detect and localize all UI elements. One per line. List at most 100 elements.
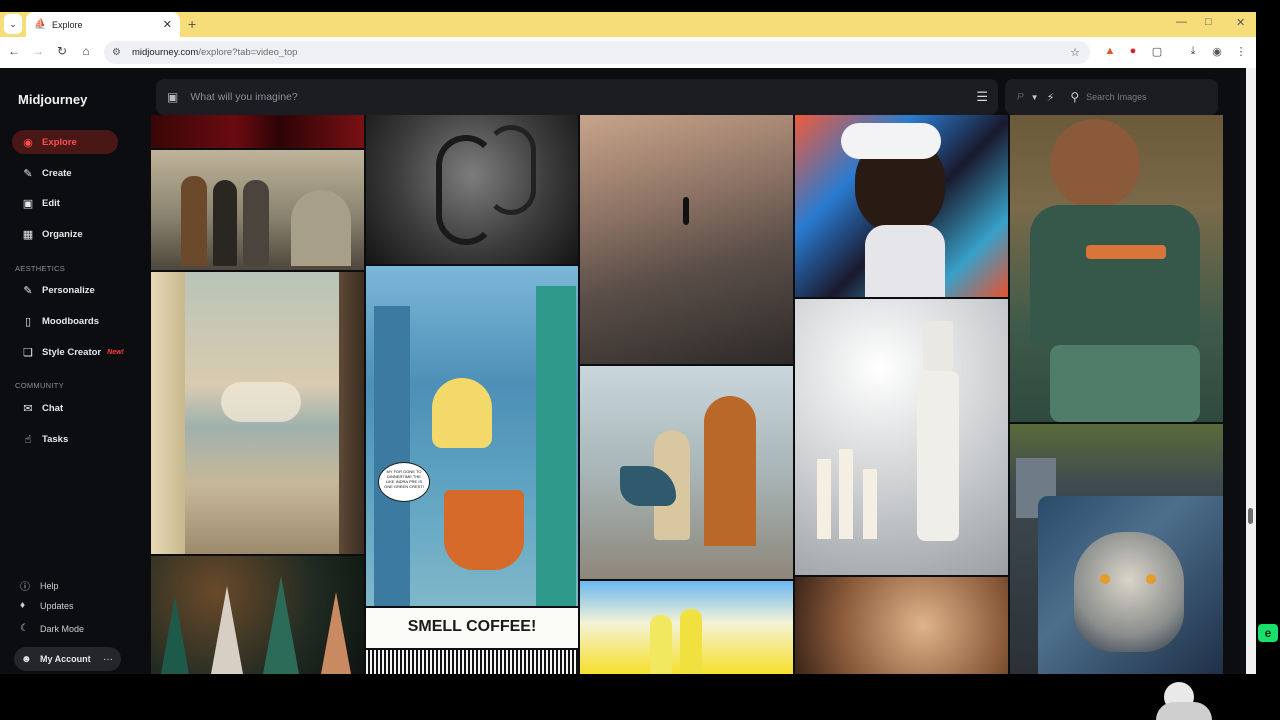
tab-title: Explore [52, 19, 83, 30]
new-badge: New! [107, 348, 124, 356]
extensions-puzzle-icon[interactable]: ▢ [1150, 45, 1164, 58]
nav-create[interactable]: ✎ Create [12, 161, 118, 185]
gallery-image-prince-door[interactable] [580, 366, 793, 579]
chat-icon: ✉ [23, 402, 33, 415]
nav-chat[interactable]: ✉ Chat [12, 396, 118, 420]
scrollbar-thumb[interactable] [1248, 508, 1253, 524]
back-icon[interactable]: ← [6, 44, 22, 58]
gallery-image-tiger-quilt[interactable] [1010, 424, 1223, 674]
search-input[interactable]: Search Images [1086, 92, 1147, 102]
nav-create-label: Create [42, 167, 72, 179]
section-community: COMMUNITY [15, 381, 64, 390]
nav-tasks[interactable]: ☝ Tasks [12, 427, 118, 451]
brush-icon: ✎ [23, 284, 33, 297]
gallery-image-yellow-couple[interactable] [580, 581, 793, 674]
nav-explore[interactable]: ◉ Explore [12, 130, 118, 154]
nav-edit-label: Edit [42, 197, 60, 209]
more-options-icon[interactable]: ··· [103, 654, 113, 665]
nav-moodboards[interactable]: ▯ Moodboards [12, 309, 118, 333]
bookmark-star-icon[interactable]: ☆ [1070, 46, 1080, 59]
help-icon: ⓘ [20, 582, 30, 593]
nav-style-creator-label: Style Creator [42, 346, 102, 358]
nav-organize-label: Organize [42, 228, 83, 240]
gallery-image-bokeh-lights[interactable] [795, 577, 1008, 674]
personalize-toggle[interactable]: P [1017, 92, 1024, 103]
my-account-button[interactable]: ☻ My Account ··· [14, 647, 121, 671]
gallery-image-tentacle-corridor[interactable] [366, 115, 578, 264]
moodboard-icon: ▯ [24, 315, 32, 328]
nav-organize[interactable]: ▦ Organize [12, 222, 118, 246]
new-tab-button[interactable]: + [188, 16, 196, 32]
user-circle-icon: ☻ [21, 653, 32, 665]
address-bar[interactable]: ⚙ midjourney.com/explore?tab=video_top ☆ [104, 41, 1090, 64]
section-aesthetics: AESTHETICS [15, 264, 66, 273]
browser-toolbar: ← → ↻ ⌂ ⚙ midjourney.com/explore?tab=vid… [0, 37, 1256, 68]
nav-help[interactable]: ⓘ Help [20, 578, 59, 594]
maximize-icon[interactable]: □ [1205, 16, 1212, 28]
webcam-overlay [1150, 676, 1220, 720]
browser-tab[interactable]: ⛵ Explore ✕ [26, 12, 180, 37]
nav-tasks-label: Tasks [42, 433, 69, 445]
site-info-icon[interactable]: ⚙ [112, 47, 126, 58]
settings-sliders-icon[interactable]: ☰ [976, 89, 988, 105]
profile-avatar-icon[interactable]: ◉ [1210, 45, 1224, 58]
brush-icon: ✎ [23, 167, 33, 180]
nav-chat-label: Chat [42, 402, 64, 414]
tab-search-button[interactable]: ⌄ [4, 14, 22, 34]
gallery-image-christmas-trees[interactable] [151, 556, 364, 674]
gallery-image-comic-coffee[interactable]: MY FOR GONE TO DINNERTIME THE LIKE INDRA… [366, 266, 578, 606]
close-tab-icon[interactable]: ✕ [163, 18, 172, 31]
gallery-image-nutcracker[interactable] [795, 299, 1008, 575]
gallery-image-stripes[interactable] [366, 650, 578, 674]
nav-style-creator[interactable]: ❏ Style Creator New! [12, 340, 142, 364]
brand-logo[interactable]: Midjourney [18, 92, 87, 107]
nav-personalize[interactable]: ✎ Personalize [12, 278, 118, 302]
comic-speech-bubble: MY FOR GONE TO DINNERTIME THE LIKE INDRA… [378, 462, 430, 502]
nav-edit[interactable]: ▣ Edit [12, 191, 118, 215]
downloads-icon[interactable]: ⤓ [1186, 45, 1200, 58]
sidebar: Midjourney ◉ Explore ✎ Create ▣ Edit ▦ O… [0, 68, 150, 674]
search-icon: ⚲ [1070, 90, 1080, 104]
image-prompt-icon[interactable]: ▣ [167, 90, 178, 104]
url-path: /explore?tab=video_top [198, 47, 298, 58]
my-account-label: My Account [40, 654, 91, 664]
extension-opera-icon[interactable]: ● [1126, 45, 1140, 57]
home-icon[interactable]: ⌂ [78, 44, 94, 58]
gallery-image-red-curtain[interactable] [151, 115, 364, 148]
compass-icon: ◉ [23, 136, 33, 149]
minimize-icon[interactable]: — [1176, 16, 1187, 28]
comic-caption-text: SMELL COFFEE! [407, 618, 537, 635]
palette-icon: ❏ [23, 346, 33, 359]
bell-icon: ♦ [20, 600, 26, 611]
nav-explore-label: Explore [42, 136, 77, 148]
nav-personalize-label: Personalize [42, 284, 95, 296]
midjourney-favicon-icon: ⛵ [34, 19, 47, 30]
grid-icon: ▦ [22, 228, 34, 241]
chevron-down-icon[interactable]: ▼ [1031, 93, 1039, 102]
gallery-image-metallica-shirt[interactable] [1010, 115, 1223, 422]
gallery-image-desert-walker[interactable] [580, 115, 793, 364]
gallery-image-beach-doorway[interactable] [151, 272, 364, 554]
prompt-input[interactable]: What will you imagine? [190, 91, 297, 103]
nav-moodboards-label: Moodboards [42, 315, 99, 327]
nav-dark-mode-label: Dark Mode [40, 623, 85, 634]
side-app-badge-icon[interactable]: e [1258, 624, 1278, 642]
page-scrollbar[interactable] [1246, 68, 1256, 674]
reload-icon[interactable]: ↻ [54, 44, 70, 58]
screen: ⌄ ⛵ Explore ✕ + — □ ✕ ← → ↻ ⌂ ⚙ midjourn… [0, 0, 1280, 720]
extension-flame-icon[interactable]: ▲ [1103, 45, 1117, 57]
edit-icon: ▣ [22, 197, 34, 210]
nav-dark-mode[interactable]: ☾ Dark Mode [20, 623, 84, 634]
browser-menu-icon[interactable]: ⋮ [1234, 45, 1248, 58]
gallery-image-steampunk-figures[interactable] [151, 150, 364, 270]
gallery-image-vr-headset[interactable] [795, 115, 1008, 297]
thumbs-up-icon: ☝ [24, 433, 32, 446]
lightning-icon[interactable]: ⚡ [1047, 91, 1055, 104]
midjourney-page: Midjourney ◉ Explore ✎ Create ▣ Edit ▦ O… [0, 68, 1256, 674]
nav-updates[interactable]: ♦ Updates [20, 600, 74, 611]
prompt-bar[interactable]: ▣ What will you imagine? ☰ [156, 79, 998, 115]
url-host: midjourney.com [132, 47, 199, 58]
search-panel: P ▼ ⚡ ⚲ Search Images [1005, 79, 1218, 115]
close-window-icon[interactable]: ✕ [1236, 16, 1245, 29]
forward-icon[interactable]: → [30, 44, 46, 58]
